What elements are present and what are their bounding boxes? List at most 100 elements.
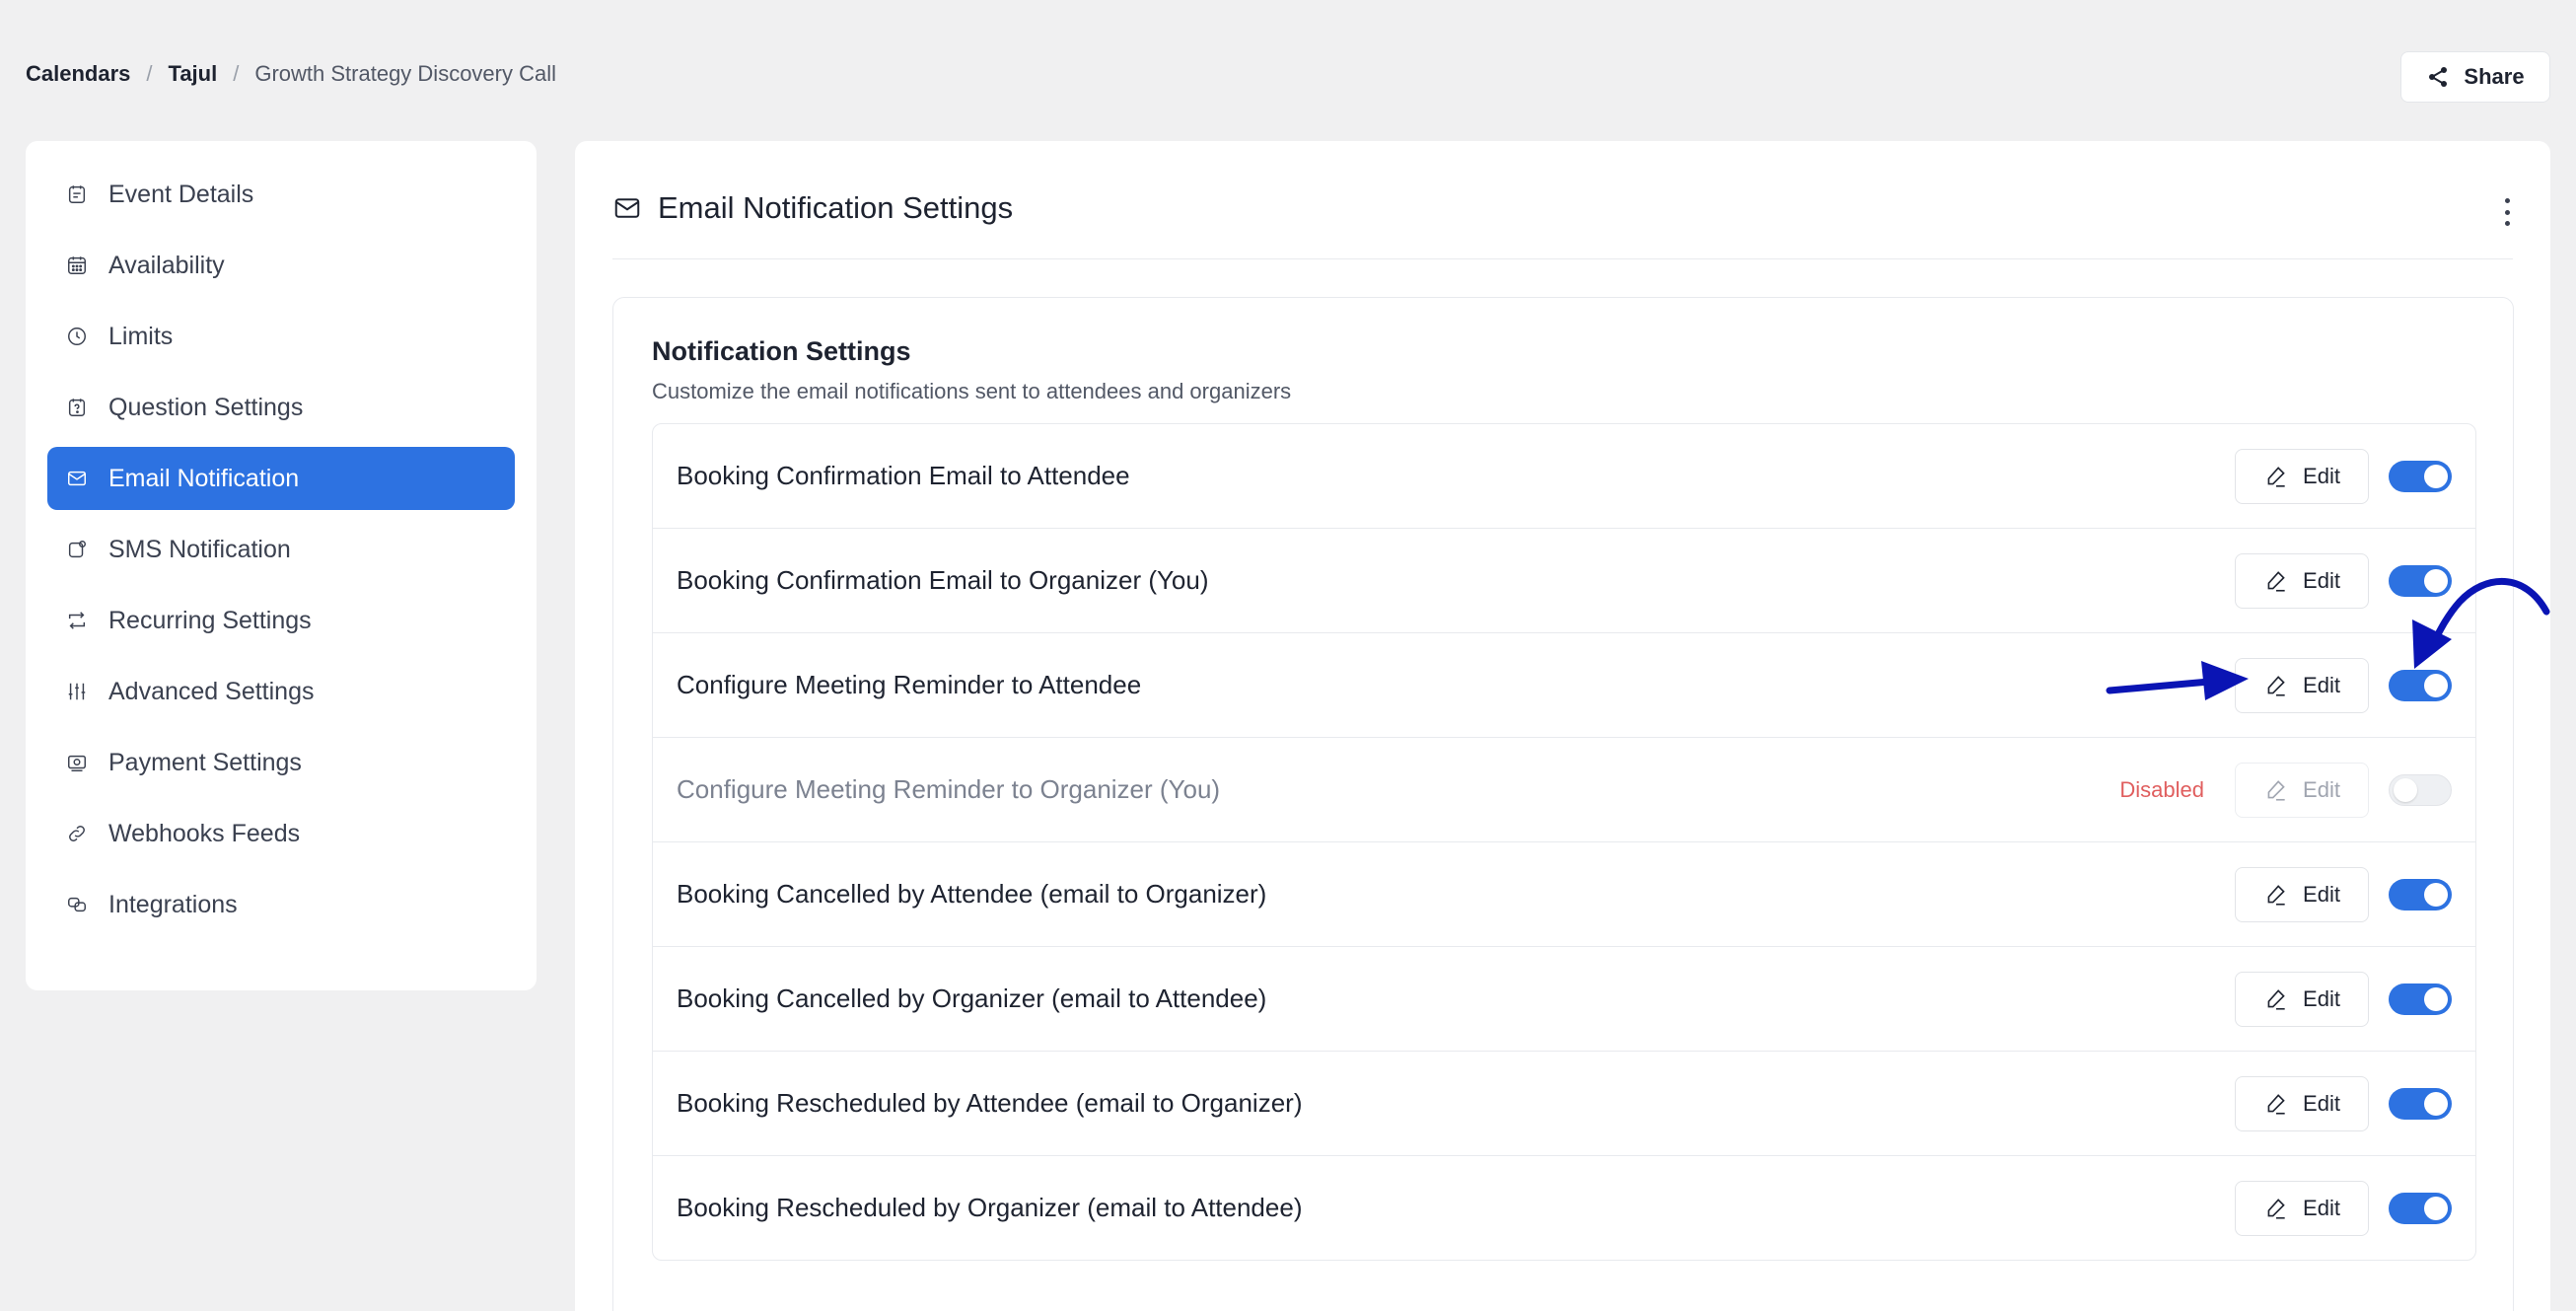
sidebar-item-payment-settings[interactable]: Payment Settings — [47, 731, 515, 794]
pencil-icon — [2267, 571, 2285, 592]
notification-toggle[interactable] — [2389, 1088, 2452, 1120]
sidebar-item-label: Advanced Settings — [108, 677, 315, 705]
sidebar-item-label: Email Notification — [108, 464, 300, 492]
breadcrumb-current: Growth Strategy Discovery Call — [254, 61, 557, 86]
main-panel: Email Notification Settings Notification… — [575, 141, 2550, 1311]
notification-label: Booking Cancelled by Attendee (email to … — [677, 879, 1267, 909]
breadcrumb-calendars[interactable]: Calendars — [26, 61, 130, 87]
sidebar-item-label: Integrations — [108, 890, 238, 918]
sidebar-item-limits[interactable]: Limits — [47, 305, 515, 368]
toggle-knob — [2394, 778, 2417, 802]
pencil-icon — [2267, 467, 2285, 487]
notification-toggle[interactable] — [2389, 879, 2452, 910]
notification-toggle[interactable] — [2389, 983, 2452, 1015]
link-icon — [65, 822, 89, 845]
notification-row: Booking Rescheduled by Attendee (email t… — [653, 1052, 2475, 1156]
calendar-grid-icon — [65, 254, 89, 277]
settings-sidebar: Event Details Availability Limits Questi… — [26, 141, 537, 990]
payment-icon — [65, 751, 89, 774]
toggle-knob — [2424, 1197, 2448, 1220]
edit-button[interactable]: Edit — [2235, 972, 2369, 1027]
sidebar-item-label: Question Settings — [108, 393, 304, 421]
notification-label: Booking Confirmation Email to Attendee — [677, 461, 1130, 490]
notification-toggle[interactable] — [2389, 461, 2452, 492]
card-title: Notification Settings — [652, 336, 911, 366]
notification-label: Booking Cancelled by Organizer (email to… — [677, 983, 1267, 1013]
sidebar-item-label: Recurring Settings — [108, 606, 312, 634]
sidebar-item-event-details[interactable]: Event Details — [47, 163, 515, 226]
page: Calendars / Tajul / Growth Strategy Disc… — [0, 0, 2576, 1311]
sliders-icon — [65, 680, 89, 703]
notification-row: Booking Cancelled by Attendee (email to … — [653, 842, 2475, 947]
mail-icon — [65, 467, 89, 490]
sidebar-item-integrations[interactable]: Integrations — [47, 873, 515, 936]
notification-toggle[interactable] — [2389, 774, 2452, 806]
share-icon — [2429, 67, 2448, 87]
edit-button[interactable]: Edit — [2235, 1076, 2369, 1131]
main-header: Email Notification Settings — [612, 141, 2513, 259]
edit-button[interactable]: Edit — [2235, 867, 2369, 922]
notification-row: Configure Meeting Reminder to Organizer … — [653, 738, 2475, 842]
pencil-icon — [2267, 1094, 2285, 1115]
sms-icon — [65, 538, 89, 561]
question-calendar-icon — [65, 396, 89, 419]
notification-label: Configure Meeting Reminder to Organizer … — [677, 774, 1221, 804]
edit-label: Edit — [2303, 777, 2340, 802]
edit-button[interactable]: Edit — [2235, 553, 2369, 609]
edit-label: Edit — [2303, 986, 2340, 1011]
pencil-icon — [2267, 1199, 2285, 1219]
toggle-knob — [2424, 569, 2448, 593]
clock-icon — [65, 325, 89, 348]
status-badge: Disabled — [2119, 776, 2204, 802]
sidebar-item-label: Availability — [108, 251, 225, 279]
pencil-icon — [2267, 989, 2285, 1010]
edit-label: Edit — [2303, 464, 2340, 488]
page-title: Email Notification Settings — [612, 190, 1013, 226]
notification-label: Booking Rescheduled by Attendee (email t… — [677, 1088, 1303, 1118]
page-title-text: Email Notification Settings — [658, 190, 1014, 225]
calendar-lines-icon — [65, 182, 89, 206]
notification-label: Booking Rescheduled by Organizer (email … — [677, 1193, 1303, 1222]
breadcrumb-separator: / — [146, 61, 153, 86]
toggle-knob — [2424, 674, 2448, 697]
sidebar-item-email-notification[interactable]: Email Notification — [47, 447, 515, 510]
top-bar: Calendars / Tajul / Growth Strategy Disc… — [26, 51, 2550, 103]
sidebar-item-label: SMS Notification — [108, 535, 291, 563]
edit-label: Edit — [2303, 1196, 2340, 1220]
edit-button[interactable]: Edit — [2235, 658, 2369, 713]
edit-label: Edit — [2303, 673, 2340, 697]
toggle-knob — [2424, 883, 2448, 907]
edit-label: Edit — [2303, 568, 2340, 593]
notification-row: Booking Rescheduled by Organizer (email … — [653, 1156, 2475, 1260]
edit-label: Edit — [2303, 882, 2340, 907]
notification-toggle[interactable] — [2389, 1193, 2452, 1224]
toggle-knob — [2424, 987, 2448, 1011]
sidebar-item-advanced-settings[interactable]: Advanced Settings — [47, 660, 515, 723]
sidebar-item-label: Webhooks Feeds — [108, 819, 301, 847]
sidebar-item-availability[interactable]: Availability — [47, 234, 515, 297]
breadcrumb-tajul[interactable]: Tajul — [169, 61, 218, 87]
edit-button[interactable]: Edit — [2235, 763, 2369, 818]
toggle-knob — [2424, 1092, 2448, 1116]
notification-row: Booking Cancelled by Organizer (email to… — [653, 947, 2475, 1052]
edit-button[interactable]: Edit — [2235, 449, 2369, 504]
notification-toggle[interactable] — [2389, 565, 2452, 597]
notification-row: Configure Meeting Reminder to Attendee E… — [653, 633, 2475, 738]
share-button[interactable]: Share — [2400, 51, 2550, 103]
edit-button[interactable]: Edit — [2235, 1181, 2369, 1236]
pencil-icon — [2267, 676, 2285, 696]
sidebar-item-recurring-settings[interactable]: Recurring Settings — [47, 589, 515, 652]
more-options-icon[interactable] — [2501, 198, 2513, 226]
notification-toggle[interactable] — [2389, 670, 2452, 701]
edit-label: Edit — [2303, 1091, 2340, 1116]
notification-row: Booking Confirmation Email to Attendee E… — [653, 424, 2475, 529]
sidebar-item-question-settings[interactable]: Question Settings — [47, 376, 515, 439]
card-subtitle: Customize the email notifications sent t… — [652, 379, 1292, 403]
breadcrumb-separator: / — [233, 61, 240, 86]
pencil-icon — [2267, 885, 2285, 906]
sidebar-item-label: Limits — [108, 322, 174, 350]
sidebar-item-webhooks-feeds[interactable]: Webhooks Feeds — [47, 802, 515, 865]
sidebar-item-sms-notification[interactable]: SMS Notification — [47, 518, 515, 581]
toggle-knob — [2424, 465, 2448, 488]
sidebar-item-label: Payment Settings — [108, 748, 302, 776]
